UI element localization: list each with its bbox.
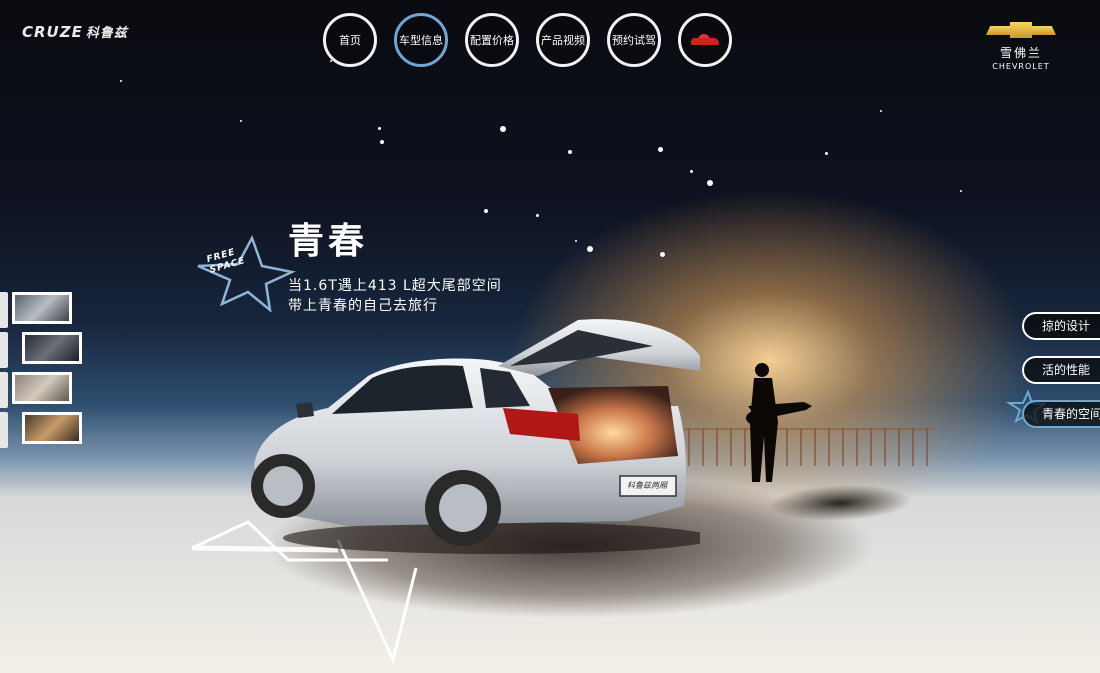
hero-title: 青春 [288,221,369,262]
main-nav: 首页 车型信息 配置价格 产品视频 预约试驾 [323,13,732,67]
star [880,110,882,112]
side-menu-design-label: 掠的设计 [1042,319,1091,333]
star [484,209,488,213]
free-space-badge: FREE SPACE [192,232,297,314]
bowtie-icon [986,22,1056,38]
chevrolet-logo[interactable]: 雪佛兰 CHEVROLET [983,22,1059,71]
tagline-line2: 带上青春的自己去旅行 [288,298,438,314]
star [587,246,593,252]
logo-model-cn: 科鲁兹 [85,26,128,41]
star [825,152,828,155]
side-menu-design[interactable]: 掠的设计 [1022,312,1100,340]
nav-car-gallery[interactable] [678,13,732,67]
guitarist-silhouette [746,363,812,482]
hero-background: CRUZE 科鲁兹 首页 车型信息 配置价格 产品视频 预约试驾 雪佛兰 CHEV… [0,0,1100,673]
star [536,214,539,217]
chevrolet-en: CHEVROLET [992,62,1050,71]
cruze-hatchback-image [251,319,700,554]
red-car-icon [691,34,719,46]
star [380,140,384,144]
logo-model-en: CRUZE [22,23,83,41]
nav-config-price[interactable]: 配置价格 [465,13,519,67]
nav-product-video[interactable]: 产品视频 [536,13,590,67]
license-plate-text: 科鲁兹两厢 [627,481,667,490]
nav-config-price-label: 配置价格 [470,34,514,47]
nav-model-info-label: 车型信息 [399,34,443,47]
star [960,190,962,192]
nav-model-info[interactable]: 车型信息 [394,13,448,67]
nav-product-video-label: 产品视频 [541,34,585,47]
star-outline-icon [197,234,297,314]
nav-home-label: 首页 [339,34,361,47]
star [378,127,381,130]
thumbnail-rear-seat[interactable] [0,372,76,408]
star [690,170,693,173]
star [658,147,663,152]
hero-tagline: 当1.6T遇上413 L超大尾部空间 带上青春的自己去旅行 [288,276,502,316]
side-menu-space[interactable]: 青春的空间 [1022,400,1100,428]
nav-test-drive-label: 预约试驾 [612,34,656,47]
thumbnail-dashboard[interactable] [0,332,88,368]
star [568,150,572,154]
side-menu-performance-label: 活的性能 [1042,363,1091,377]
thumbnail-exterior[interactable] [0,292,76,328]
chevrolet-cn: 雪佛兰 [999,46,1042,60]
star [240,120,242,122]
star [707,180,713,186]
star [575,240,577,242]
nav-test-drive[interactable]: 预约试驾 [607,13,661,67]
side-menu-performance[interactable]: 活的性能 [1022,356,1100,384]
side-menu-space-label: 青春的空间 [1042,407,1100,421]
star [120,80,122,82]
star [660,252,665,257]
star [500,126,506,132]
thumbnail-trunk[interactable] [0,412,88,448]
cruze-logo[interactable]: CRUZE 科鲁兹 [22,22,128,41]
nav-home[interactable]: 首页 [323,13,377,67]
tagline-line1: 当1.6T遇上413 L超大尾部空间 [288,278,502,294]
guitarist-shadow [755,478,925,528]
